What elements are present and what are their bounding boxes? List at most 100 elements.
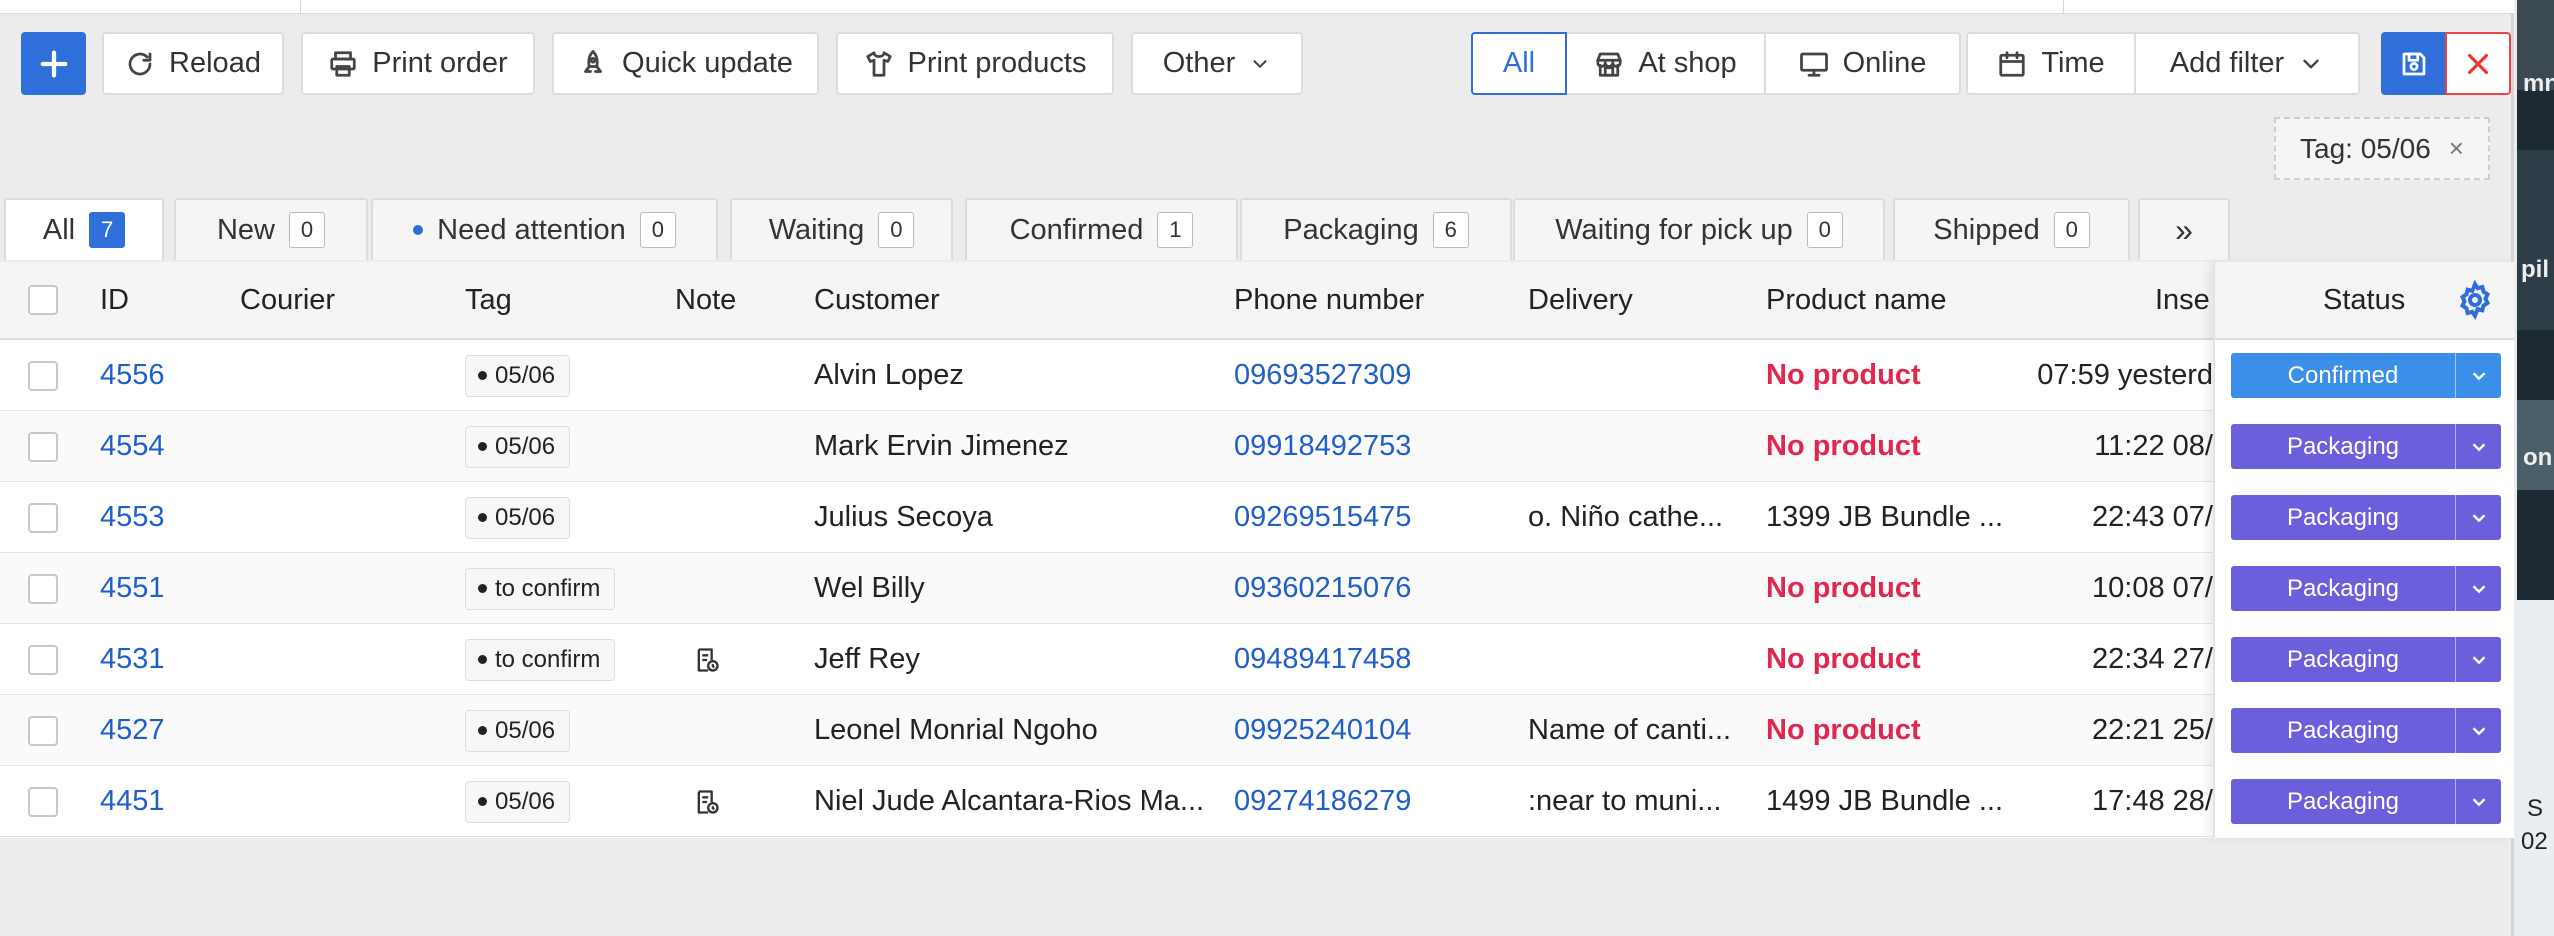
channel-at-shop[interactable]: At shop xyxy=(1565,32,1766,95)
customer-name: Niel Jude Alcantara-Rios Ma... xyxy=(814,785,1205,817)
col-tag[interactable]: Tag xyxy=(465,262,512,338)
status-column: Status Confirmed Packaging Packaging Packag… xyxy=(2213,262,2514,838)
tab-all[interactable]: All 7 xyxy=(4,198,164,260)
tag-pill[interactable]: 05/06 xyxy=(465,354,571,397)
order-id-link[interactable]: 4551 xyxy=(100,553,165,624)
other-label: Other xyxy=(1162,47,1236,79)
gear-icon[interactable] xyxy=(2455,279,2495,321)
tab-waiting-for-pickup[interactable]: Waiting for pick up 0 xyxy=(1513,198,1885,260)
row-checkbox[interactable] xyxy=(28,553,58,624)
order-id-link[interactable]: 4527 xyxy=(100,695,165,766)
row-checkbox[interactable] xyxy=(28,624,58,695)
phone-link[interactable]: 09918492753 xyxy=(1234,411,1411,482)
customer-name: Jeff Rey xyxy=(814,643,920,675)
printer-icon xyxy=(330,50,356,77)
col-id[interactable]: ID xyxy=(100,262,129,338)
status-dropdown[interactable]: Confirmed xyxy=(2231,353,2501,398)
table-row[interactable]: 4554 05/06 Mark Ervin Jimenez 09918492753 No… xyxy=(0,411,2514,482)
tab-waiting[interactable]: Waiting 0 xyxy=(730,198,953,260)
reload-button[interactable]: Reload xyxy=(102,32,284,95)
note-icon[interactable] xyxy=(693,766,721,837)
chevron-down-icon xyxy=(1253,59,1267,68)
note-icon[interactable] xyxy=(693,624,721,695)
order-id-link[interactable]: 4553 xyxy=(100,482,165,553)
select-all-checkbox[interactable] xyxy=(28,262,58,338)
tab-new[interactable]: New 0 xyxy=(174,198,368,260)
print-order-button[interactable]: Print order xyxy=(301,32,535,95)
tag-dot-icon xyxy=(478,442,487,451)
row-checkbox[interactable] xyxy=(28,411,58,482)
table-row[interactable]: 4451 05/06 Niel Jude Alcantara-Rios Ma... 0… xyxy=(0,766,2514,837)
tab-need-attention[interactable]: Need attention 0 xyxy=(371,198,718,260)
channel-online[interactable]: Online xyxy=(1764,32,1961,95)
row-checkbox[interactable] xyxy=(28,482,58,553)
tab-packaging[interactable]: Packaging 6 xyxy=(1240,198,1512,260)
channel-online-label: Online xyxy=(1842,47,1927,79)
phone-link[interactable]: 09693527309 xyxy=(1234,340,1411,411)
phone-link[interactable]: 09269515475 xyxy=(1234,482,1411,553)
status-dropdown[interactable]: Packaging xyxy=(2231,779,2501,824)
phone-link[interactable]: 09360215076 xyxy=(1234,553,1411,624)
status-label: Packaging xyxy=(2286,574,2400,602)
tag-pill[interactable]: 05/06 xyxy=(465,709,571,752)
col-courier[interactable]: Courier xyxy=(240,262,335,338)
tab-confirmed[interactable]: Confirmed 1 xyxy=(965,198,1238,260)
tag-pill[interactable]: 05/06 xyxy=(465,425,571,468)
table-row[interactable]: 4531 to confirm Jeff Rey 09489417458 No prod… xyxy=(0,624,2514,695)
order-id-link[interactable]: 4531 xyxy=(100,624,165,695)
print-products-label: Print products xyxy=(907,47,1087,79)
order-id-link[interactable]: 4556 xyxy=(100,340,165,411)
order-id-link[interactable]: 4554 xyxy=(100,411,165,482)
chevron-down-icon xyxy=(2455,566,2501,611)
col-phone[interactable]: Phone number xyxy=(1234,262,1424,338)
chevron-down-icon xyxy=(2455,779,2501,824)
delivery-cell xyxy=(1528,411,1748,482)
col-inserted[interactable]: Inse xyxy=(2155,262,2213,338)
inserted-time: 22:43 07/ xyxy=(2092,501,2213,533)
other-dropdown[interactable]: Other xyxy=(1131,32,1303,95)
phone-link[interactable]: 09925240104 xyxy=(1234,695,1411,766)
chevron-down-icon xyxy=(2303,59,2319,68)
col-note[interactable]: Note xyxy=(675,262,736,338)
add-filter-dropdown[interactable]: Add filter xyxy=(2134,32,2360,95)
close-icon xyxy=(2467,53,2489,74)
table-row[interactable]: 4553 05/06 Julius Secoya 09269515475 o. Niño… xyxy=(0,482,2514,553)
background-text: pil xyxy=(2521,256,2549,283)
tag-pill[interactable]: to confirm xyxy=(465,567,616,610)
channel-all[interactable]: All xyxy=(1471,32,1567,95)
save-filter-button[interactable] xyxy=(2381,32,2447,95)
row-checkbox[interactable] xyxy=(28,695,58,766)
row-checkbox[interactable] xyxy=(28,766,58,837)
tag-pill[interactable]: 05/06 xyxy=(465,496,571,539)
phone-link[interactable]: 09489417458 xyxy=(1234,624,1411,695)
add-order-button[interactable] xyxy=(21,32,86,95)
tabs-more-button[interactable]: » xyxy=(2138,198,2230,260)
tag-pill[interactable]: 05/06 xyxy=(465,780,571,823)
table-row[interactable]: 4551 to confirm Wel Billy 09360215076 No pro… xyxy=(0,553,2514,624)
remove-filter-icon[interactable]: × xyxy=(2449,133,2464,164)
tab-shipped[interactable]: Shipped 0 xyxy=(1893,198,2130,260)
print-order-label: Print order xyxy=(372,47,508,79)
status-dropdown[interactable]: Packaging xyxy=(2231,424,2501,469)
order-id-link[interactable]: 4451 xyxy=(100,766,165,837)
quick-update-button[interactable]: Quick update xyxy=(552,32,819,95)
status-dropdown[interactable]: Packaging xyxy=(2231,495,2501,540)
col-customer[interactable]: Customer xyxy=(814,262,940,338)
status-dropdown[interactable]: Packaging xyxy=(2231,708,2501,753)
add-filter-label: Add filter xyxy=(2169,47,2285,79)
status-dropdown[interactable]: Packaging xyxy=(2231,566,2501,611)
print-products-button[interactable]: Print products xyxy=(836,32,1114,95)
customer-name: Wel Billy xyxy=(814,572,925,604)
product-cell: No product xyxy=(1766,359,1921,391)
col-product[interactable]: Product name xyxy=(1766,262,1947,338)
background-image xyxy=(2517,600,2554,936)
table-row[interactable]: 4556 05/06 Alvin Lopez 09693527309 No produc… xyxy=(0,340,2514,411)
clear-filter-button[interactable] xyxy=(2445,32,2511,95)
row-checkbox[interactable] xyxy=(28,340,58,411)
col-delivery[interactable]: Delivery xyxy=(1528,262,1633,338)
status-dropdown[interactable]: Packaging xyxy=(2231,637,2501,682)
table-row[interactable]: 4527 05/06 Leonel Monrial Ngoho 09925240104… xyxy=(0,695,2514,766)
tag-pill[interactable]: to confirm xyxy=(465,638,616,681)
phone-link[interactable]: 09274186279 xyxy=(1234,766,1411,837)
time-filter-button[interactable]: Time xyxy=(1966,32,2136,95)
